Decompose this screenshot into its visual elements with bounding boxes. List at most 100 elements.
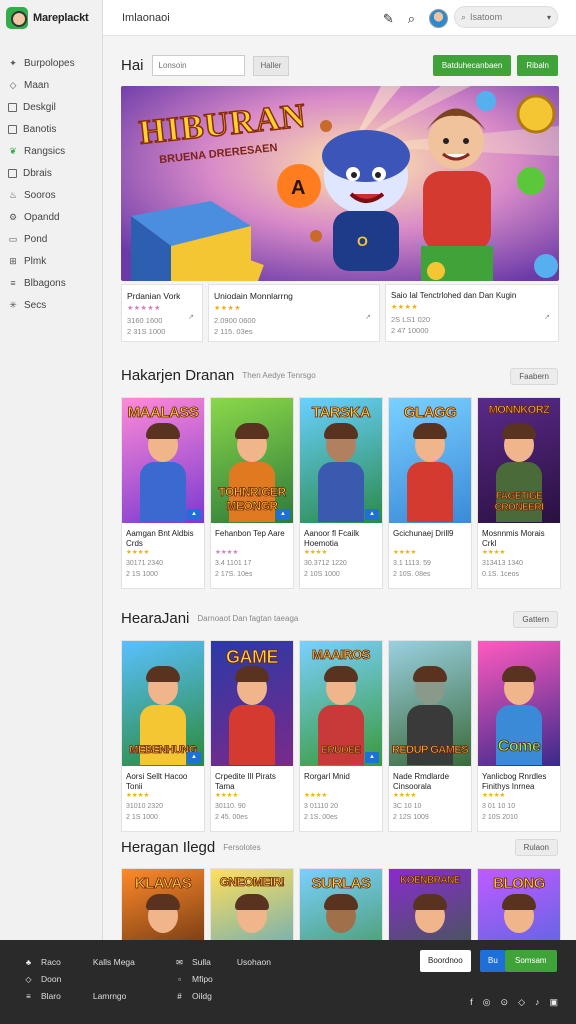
share-icon[interactable]: ↗ [188,313,194,321]
diamond-icon: ◇ [25,975,32,984]
card-rating: ★★★★ [393,549,417,556]
game-card[interactable]: BLONG [477,868,561,940]
footer-link[interactable]: # Oildg [175,988,271,1005]
card-rating: ★★★★ [215,549,239,556]
sidebar-item-pond[interactable]: ▭ Pond [0,228,102,250]
card-title: Nade Rmdlarde Cinsoorala [393,772,450,791]
section3-header: HearaJani Darnoaot Dan fagtan taeaga [121,610,298,627]
sidebar-item-dbrais[interactable]: Dbrais [0,162,102,184]
sidebar-item-rangsics[interactable]: ❦ Rangsics [0,140,102,162]
chevron-down-icon[interactable]: ▾ [547,13,551,22]
game-card[interactable]: KOENBRANE [388,868,472,940]
image-icon[interactable]: ▣ [549,997,558,1008]
featured-list: Prdanian Vork ★★★★★ 3160 1600 2 31S 1000 … [121,284,559,342]
search-icon[interactable]: ⌕ [408,10,415,28]
game-thumbnail: MAALASS ▲ [122,398,204,523]
game-thumbnail: TOHNRIGER MEONGR ▲ [211,398,293,523]
game-card[interactable]: MEBENHUNG ▲ Aorsi Sellt Hacoo Tonii ★★★★… [121,640,205,832]
brand[interactable]: Mareplackt [0,0,102,36]
search-bar[interactable]: ⌕ ▾ [454,6,558,28]
platform-badge: ▲ [365,509,379,520]
card-title: Aamgan Bnt Aldbis Crds [126,529,194,548]
card-rating: ★★★★ [482,549,506,556]
game-card[interactable]: REDUP GAMES Nade Rmdlarde Cinsoorala ★★★… [388,640,472,832]
footer-link[interactable]: ≡ Blaro Lamrngo [24,988,135,1005]
sidebar-item-blbagons[interactable]: ≡ Blbagons [0,272,102,294]
sidebar-item-deskgil[interactable]: Deskgil [0,96,102,118]
sidebar-item-plmk[interactable]: ⊞ Plmk [0,250,102,272]
section2-grid: MAALASS ▲ Aamgan Bnt Aldbis Crds ★★★★ 30… [121,397,561,589]
section3-more-button[interactable]: Gattern [513,611,558,628]
sidebar-item-secs[interactable]: ✳ Secs [0,294,102,316]
footer-links-2: ✉ Sulla Usohaon ▫ Mfipo # Oildg [175,954,271,1005]
card-meta: 30110. 90 2 45. 00es [215,803,248,821]
featured-card[interactable]: Prdanian Vork ★★★★★ 3160 1600 2 31S 1000 … [121,284,203,342]
game-card[interactable]: TOHNRIGER MEONGR ▲ Fehanbon Tep Aare ★★★… [210,397,294,589]
share-icon[interactable]: ↗ [365,313,371,321]
avatar[interactable] [429,9,448,28]
chat-icon[interactable]: ✎ [383,10,394,28]
filter-input[interactable] [151,55,245,76]
game-card[interactable]: SURLAS [299,868,383,940]
sidebar-item-opandd[interactable]: ⚙ Opandd [0,206,102,228]
game-card[interactable]: MONNKORZ FAGETIGE CRONEERI Mosnnmis Mora… [477,397,561,589]
facebook-icon[interactable]: f [470,997,473,1008]
game-card[interactable]: GNEOMEIR! [210,868,294,940]
card-rating: ★★★★ [393,792,417,799]
featured-card[interactable]: Uniodain Monnlarrng ★★★★ 2.0900 0600 2 11… [208,284,380,342]
card-rating: ★★★★ [482,792,506,799]
game-card[interactable]: KLAVAS [121,868,205,940]
game-card[interactable]: Come Yanlicbog Rnrdles Finithys Inrnea ★… [477,640,561,832]
primary-cta-button[interactable]: Batduhecanbaen [432,55,512,76]
footer-link[interactable]: ♣ Raco Kalls Mega [24,954,135,971]
card-meta: 3C 10 10 2 12S 1009 [393,803,429,821]
sidebar-item-maan[interactable]: ◇ Maan [0,74,102,96]
game-card[interactable]: MAAIROS ERUOEE ▲ Rorgarl Mnid ★★★★ 3 011… [299,640,383,832]
target-icon[interactable]: ⊙ [501,997,509,1008]
brand-name: Mareplackt [33,12,89,24]
game-thumbnail: REDUP GAMES [389,641,471,766]
game-card[interactable]: MAALASS ▲ Aamgan Bnt Aldbis Crds ★★★★ 30… [121,397,205,589]
footer-white-button[interactable]: Boordnoo [420,950,471,972]
footer-link[interactable]: ✉ Sulla Usohaon [175,954,271,971]
sidebar-item-sooros[interactable]: ♨ Sooros [0,184,102,206]
music-icon[interactable]: ♪ [535,997,540,1008]
section4-more-button[interactable]: Rulaon [514,839,558,856]
circle-icon[interactable]: ◎ [483,997,491,1008]
footer-link[interactable]: ◇ Doon [24,971,135,988]
section2-more-button[interactable]: Faabern [510,368,558,385]
box-icon [8,124,17,134]
search-icon: ⌕ [461,11,467,22]
secondary-cta-button[interactable]: Ribaln [517,55,558,76]
platform-badge: ▲ [365,752,379,763]
search-input[interactable] [470,12,533,22]
hero-banner[interactable]: A O HIBURAN BRUENA DRERESAEN [121,86,559,281]
filter-button[interactable]: Haller [252,55,290,76]
card-title: Fehanbon Tep Aare [215,529,285,538]
section3-grid: MEBENHUNG ▲ Aorsi Sellt Hacoo Tonii ★★★★… [121,640,561,832]
list-icon: ≡ [10,278,16,288]
footer: ♣ Raco Kalls Mega ◇ Doon ≡ Blaro Lamrngo ✉ Sul… [0,940,576,1024]
featured-card[interactable]: Saio Ial Tenctrlohed dan Dan Kugin ★★★★ … [385,284,559,342]
game-card[interactable]: GLAGG Gcichunaej Drill9 ★★★★ 3.1 1113. 5… [388,397,472,589]
game-card[interactable]: TARSKA ▲ Aanoor fl Fcailk Hoemotia ★★★★ … [299,397,383,589]
sidebar-item-burpolopes[interactable]: ✦ Burpolopes [0,52,102,74]
diamond-icon: ◇ [9,80,17,90]
footer-green-button[interactable]: Somsam [505,950,557,972]
hero-actions: Batduhecanbaen Ribaln [432,55,558,76]
footer-blue-button[interactable]: Bu [480,950,506,972]
footer-link[interactable]: ▫ Mfipo [175,971,271,988]
game-card[interactable]: GAME Crpedite Ill Pirats Tama ★★★★ 30110… [210,640,294,832]
share-icon[interactable]: ↗ [544,313,550,321]
game-thumbnail: KLAVAS [122,869,204,940]
hash-icon: # [177,992,182,1001]
card-title: Crpedite Ill Pirats Tama [215,772,276,791]
card-meta: 3 01110 20 2 1S. 00es [304,803,338,821]
box-icon [8,168,17,178]
sidebar-item-banotis[interactable]: Banotis [0,118,102,140]
game-thumbnail: GLAGG [389,398,471,523]
game-thumbnail: TARSKA ▲ [300,398,382,523]
card-title: Aorsi Sellt Hacoo Tonii [126,772,188,791]
shield-icon[interactable]: ◇ [518,997,525,1008]
platform-badge: ▲ [187,509,201,520]
